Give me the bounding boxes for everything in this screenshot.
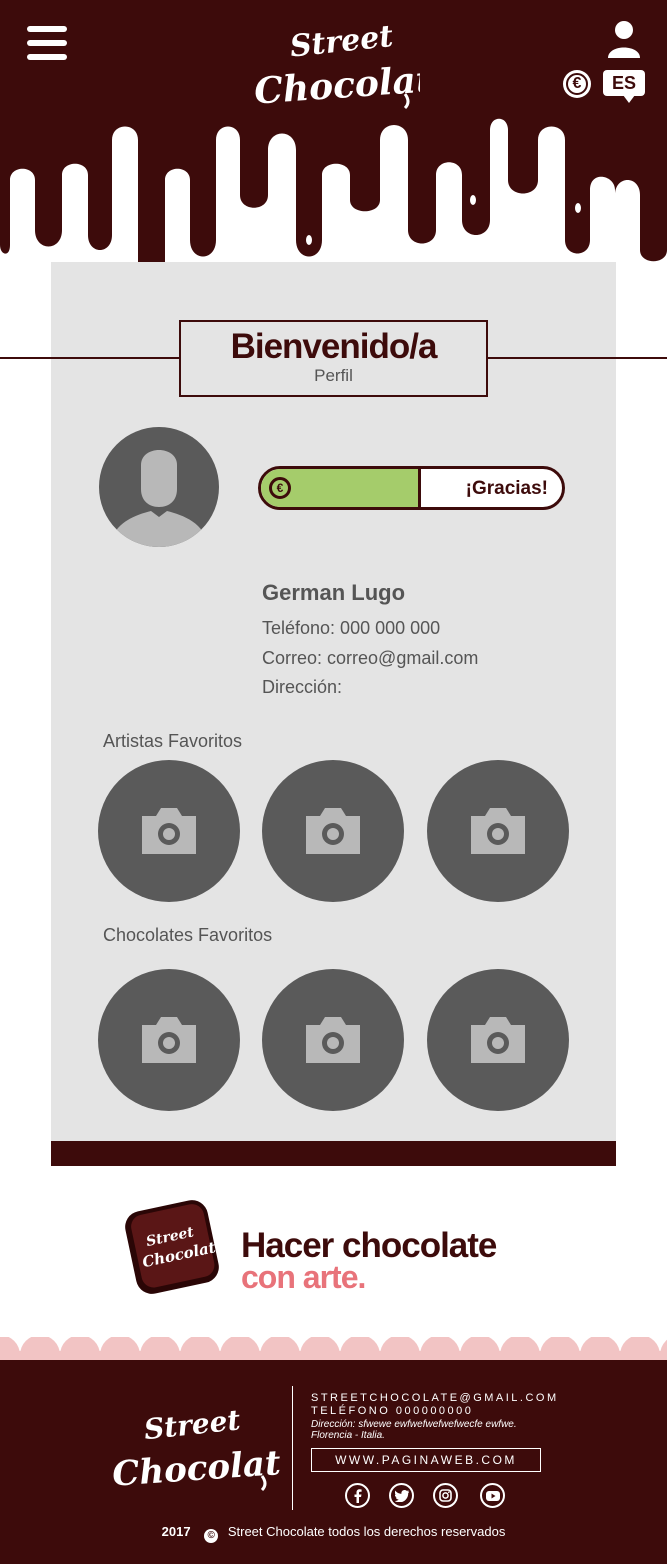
hamburger-menu-button[interactable] [27,26,67,60]
svg-text:Chocolate: Chocolate [111,1442,280,1495]
hamburger-icon [27,26,67,32]
chocolates-section-title: Chocolates Favoritos [103,925,273,945]
copyright-icon: © [204,1529,219,1543]
user-address: Dirección: [262,677,343,697]
language-selector[interactable]: ES [603,70,645,103]
person-silhouette-icon [109,450,209,547]
copyright-text: Street Chocolate todos los derechos rese… [227,1524,506,1539]
svg-text:Street: Street [142,1403,241,1446]
favorite-chocolate-2[interactable] [262,969,404,1111]
youtube-button[interactable] [480,1483,505,1508]
progress-divider [417,469,421,507]
profile-panel-bottom-bar [51,1141,616,1166]
camera-icon [306,1017,360,1063]
avatar[interactable] [99,427,219,547]
facebook-button[interactable] [345,1483,370,1508]
page-title-box: Bienvenido/a Perfil [179,320,488,397]
user-name: German Lugo [262,580,406,605]
favorite-chocolate-1[interactable] [98,969,240,1111]
favorite-artist-2[interactable] [262,760,404,902]
page-title: Bienvenido/a [230,327,438,366]
footer-street-chocolate-logo[interactable]: Street Chocolate [110,1396,280,1496]
slogan-line-2: con arte. [241,1259,366,1295]
footer-divider [292,1386,293,1510]
points-progress-bar: € ¡Gracias! [258,466,565,510]
youtube-icon [485,1490,500,1501]
street-chocolate-logo[interactable]: Street Chocolate [250,14,420,114]
euro-coin-icon: € [269,477,291,499]
camera-icon [471,808,525,854]
progress-label: ¡Gracias! [465,478,548,499]
instagram-button[interactable] [433,1483,458,1508]
twitter-icon [394,1489,409,1502]
svg-text:Chocolate: Chocolate [253,57,420,113]
copyright-year: 2017 [161,1524,191,1539]
artists-section-title: Artistas Favoritos [103,731,243,751]
camera-icon [306,808,360,854]
user-email: Correo: correo@gmail.com [262,648,479,668]
favorite-artist-1[interactable] [98,760,240,902]
coin-symbol: € [276,481,284,495]
user-phone: Teléfono: 000 000 000 [262,618,441,638]
euro-icon: € [572,75,582,92]
favorite-chocolate-3[interactable] [427,969,569,1111]
language-label: ES [611,72,636,93]
page-subtitle: Perfil [314,366,353,385]
user-icon[interactable] [606,20,642,58]
twitter-button[interactable] [389,1483,414,1508]
instagram-icon [439,1489,452,1502]
footer-website-link[interactable]: WWW.PAGINAWEB.COM [311,1448,541,1472]
footer-address-line-2: Florencia - Italia. [311,1430,385,1441]
footer-address-line-1: Dirección: sfwewe ewfwefwefwefwecfe ewfw… [311,1419,517,1430]
copyright: 2017 © Street Chocolate todos los derech… [0,1524,667,1543]
facebook-icon [354,1488,362,1503]
favorite-artist-3[interactable] [427,760,569,902]
hamburger-line [27,40,67,46]
camera-icon [142,808,196,854]
chocolate-square-logo: Street Chocolate [125,1200,222,1294]
footer-phone: TELÉFONO 000000000 [311,1405,474,1417]
hamburger-line [27,54,67,60]
footer-email[interactable]: STREETCHOCOLATE@GMAIL.COM [311,1392,559,1404]
svg-text:Street: Street [288,19,395,65]
currency-button[interactable]: € [563,70,591,98]
camera-icon [142,1017,196,1063]
camera-icon [471,1017,525,1063]
